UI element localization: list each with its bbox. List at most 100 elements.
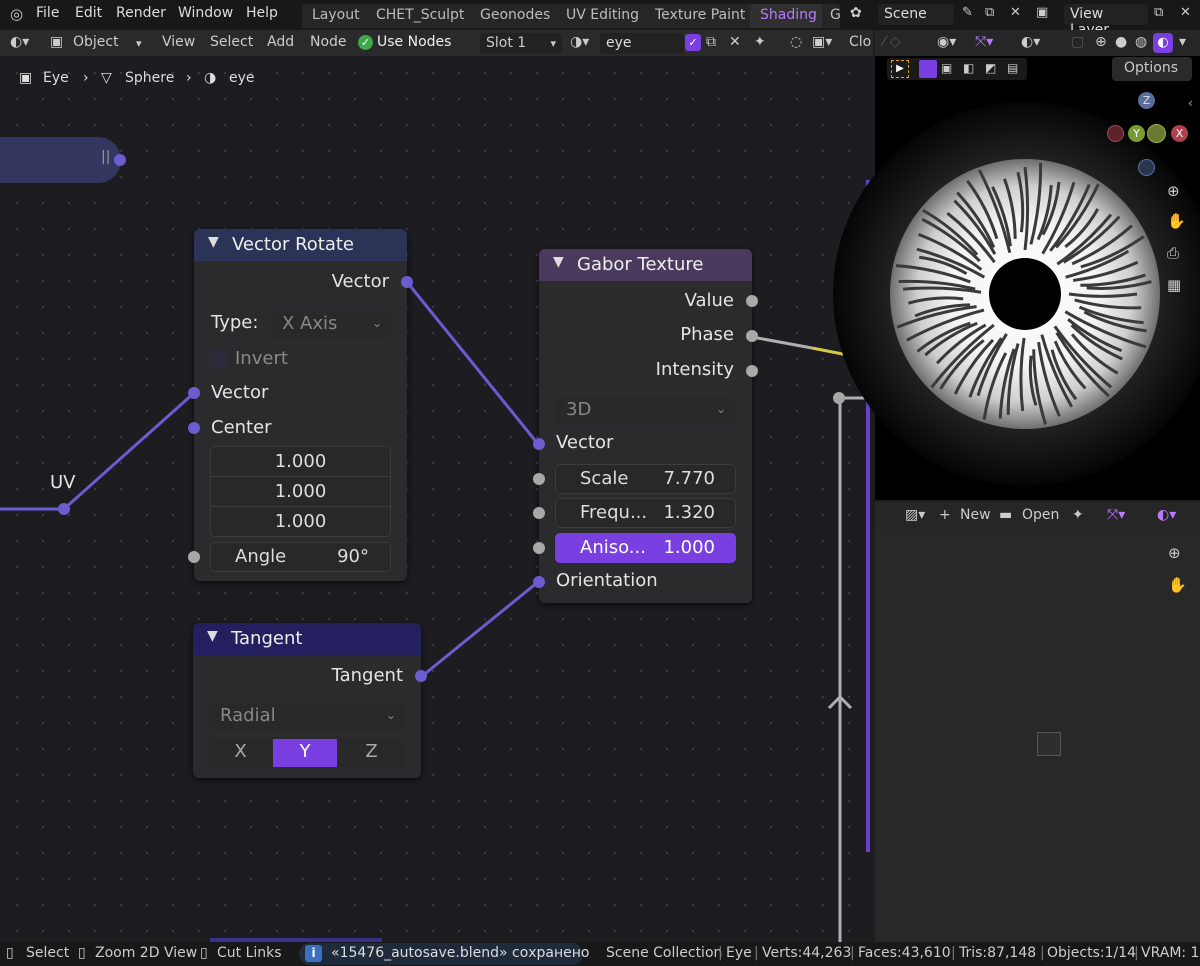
view-layer-delete-icon[interactable]: ✕ [1180, 5, 1191, 20]
gabor-frequency-socket[interactable] [533, 507, 545, 519]
collapse-chevron-icon[interactable]: ▼ [553, 254, 564, 270]
reroute-node-socket[interactable] [833, 392, 845, 404]
direction-dropdown[interactable]: Radial ⌄ [209, 703, 405, 731]
select-extend-icon[interactable]: ▣ [941, 61, 952, 75]
axis-x-button[interactable]: X [209, 739, 272, 767]
tab-uv-editing[interactable]: UV Editing [556, 4, 650, 28]
gizmo-x-axis[interactable]: X [1171, 125, 1188, 142]
center-z-field[interactable]: 1.000 [210, 506, 391, 537]
select-tool-icon[interactable]: ▶ [891, 60, 909, 78]
editor-type-icon[interactable]: ◐▾ [10, 34, 29, 50]
axis-z-button[interactable]: Z [338, 739, 405, 767]
vector-rotate-angle-socket[interactable] [188, 551, 200, 563]
scene-delete-icon[interactable]: ✕ [1010, 5, 1021, 20]
material-name-field[interactable]: eye [600, 33, 684, 54]
menu-node[interactable]: Node [310, 34, 347, 50]
pin-icon[interactable]: ✦ [754, 34, 766, 50]
view-layer-icon[interactable]: ▣ [1036, 5, 1048, 20]
select-mode-toolbar[interactable]: ▶ ▣ ◧ ◩ ▤ [887, 58, 1027, 80]
overlay-icon[interactable]: ▣▾ [812, 34, 832, 50]
scale-field[interactable]: Scale 7.770 [555, 464, 736, 494]
image-pin-icon[interactable]: ✦ [1072, 507, 1084, 523]
gizmo-center[interactable] [1147, 124, 1166, 143]
partial-node-output-socket[interactable] [114, 154, 126, 166]
scene-icon[interactable]: ✿ [850, 5, 862, 21]
menu-file[interactable]: File [36, 5, 59, 21]
image-overlay-icon[interactable]: ◐▾ [1157, 507, 1176, 523]
shading-options-icon[interactable]: ▾ [1179, 34, 1186, 50]
tab-geonodes[interactable]: Geonodes [470, 4, 561, 28]
collapse-chevron-icon[interactable]: ▼ [207, 628, 218, 644]
menu-select[interactable]: Select [210, 34, 253, 50]
wireframe-shading-icon[interactable]: ⊕ [1095, 34, 1107, 50]
partial-node[interactable]: || [0, 137, 121, 183]
image-gizmo-icon[interactable]: ⤧▾ [1107, 507, 1125, 523]
frequency-field[interactable]: Frequ... 1.320 [555, 498, 736, 528]
image-pan-hand-icon[interactable]: ✋ [1168, 576, 1187, 594]
gizmo-z-axis[interactable]: Z [1138, 92, 1155, 109]
material-copy-icon[interactable]: ⧉ [706, 34, 716, 50]
gabor-scale-socket[interactable] [533, 473, 545, 485]
gizmo-y-axis[interactable]: Y [1128, 125, 1145, 142]
gabor-texture-node[interactable]: ▼ Gabor Texture Value Phase Intensity 3D… [539, 249, 752, 603]
breadcrumb-item-eye[interactable]: Eye [43, 70, 69, 86]
perspective-grid-icon[interactable]: ▦ [1167, 276, 1181, 294]
scene-pin-icon[interactable]: ✎ [962, 5, 973, 20]
gabor-anisotropy-socket[interactable] [533, 542, 545, 554]
dimension-dropdown[interactable]: 3D ⌄ [555, 397, 735, 425]
tangent-output-socket[interactable] [415, 670, 427, 682]
tab-texture-paint[interactable]: Texture Paint [645, 4, 756, 28]
angle-field[interactable]: Angle 90° [210, 542, 391, 572]
rendered-shading-icon[interactable]: ◐ [1153, 33, 1173, 53]
tab-chet-sculpt[interactable]: CHET_Sculpt [366, 4, 475, 28]
material-shading-icon[interactable]: ◍ [1135, 34, 1147, 50]
select-invert-icon[interactable]: ◩ [985, 61, 996, 75]
3d-viewport[interactable]: ▶ ▣ ◧ ◩ ▤ Options ‹ Z Y X ⊕ ✋ ⎙ ▦ [833, 56, 1200, 500]
tangent-node[interactable]: ▼ Tangent Tangent Radial ⌄ X Y Z [193, 623, 421, 778]
gabor-phase-socket[interactable] [746, 330, 758, 342]
image-editor-type-icon[interactable]: ▨▾ [905, 507, 925, 523]
solid-shading-icon[interactable]: ● [1115, 34, 1127, 50]
image-zoom-icon[interactable]: ⊕ [1168, 544, 1181, 562]
vector-rotate-output-socket[interactable] [401, 276, 413, 288]
fake-user-shield-icon[interactable]: ✓ [685, 34, 701, 51]
tab-overflow[interactable]: G [822, 4, 840, 28]
new-image-icon[interactable]: + [939, 507, 951, 523]
vector-rotate-header[interactable]: ▼ Vector Rotate [194, 229, 407, 261]
slot-selector[interactable]: Slot 1 ▾ [480, 33, 562, 54]
view-layer-copy-icon[interactable]: ⧉ [1154, 5, 1163, 20]
viewport-icon-row[interactable]: ⁄ ◇ [883, 34, 901, 50]
gizmo-neg-x[interactable] [1107, 125, 1124, 142]
pan-hand-icon[interactable]: ✋ [1167, 212, 1186, 230]
menu-add[interactable]: Add [267, 34, 294, 50]
image-editor-canvas[interactable]: ⊕ ✋ [875, 530, 1200, 942]
mode-selector[interactable]: Object [73, 34, 119, 50]
xray-icon[interactable]: ▢ [1071, 34, 1084, 50]
new-image-button[interactable]: New [960, 507, 991, 523]
invert-checkbox[interactable] [210, 350, 228, 368]
gizmo-toggle-icon[interactable]: ⤧▾ [975, 34, 993, 50]
gabor-intensity-socket[interactable] [746, 365, 758, 377]
camera-icon[interactable]: ⎙ [1167, 244, 1179, 262]
center-y-field[interactable]: 1.000 [210, 476, 391, 507]
menu-edit[interactable]: Edit [75, 5, 102, 21]
material-browse-icon[interactable]: ◑▾ [570, 34, 589, 50]
tab-shading[interactable]: Shading [750, 4, 827, 28]
menu-render[interactable]: Render [116, 5, 166, 21]
gabor-vector-socket[interactable] [533, 438, 545, 450]
axis-y-button[interactable]: Y [273, 739, 337, 767]
menu-view[interactable]: View [162, 34, 195, 50]
use-nodes-checkbox[interactable]: ✓ [358, 35, 373, 50]
collapse-chevron-icon[interactable]: ▼ [208, 234, 219, 250]
mode-chevron-icon[interactable]: ▾ [136, 37, 142, 50]
open-folder-icon[interactable]: ▬ [999, 507, 1012, 523]
scene-selector[interactable]: Scene [878, 4, 954, 25]
overlay-toggle-icon[interactable]: ◐▾ [1021, 34, 1040, 50]
center-x-field[interactable]: 1.000 [210, 446, 391, 477]
anisotropy-field[interactable]: Aniso... 1.000 [555, 533, 736, 563]
select-new-icon[interactable] [919, 60, 937, 78]
options-button[interactable]: Options [1112, 57, 1192, 81]
menu-window[interactable]: Window [178, 5, 233, 21]
menu-help[interactable]: Help [246, 5, 278, 21]
open-image-button[interactable]: Open [1022, 507, 1059, 523]
